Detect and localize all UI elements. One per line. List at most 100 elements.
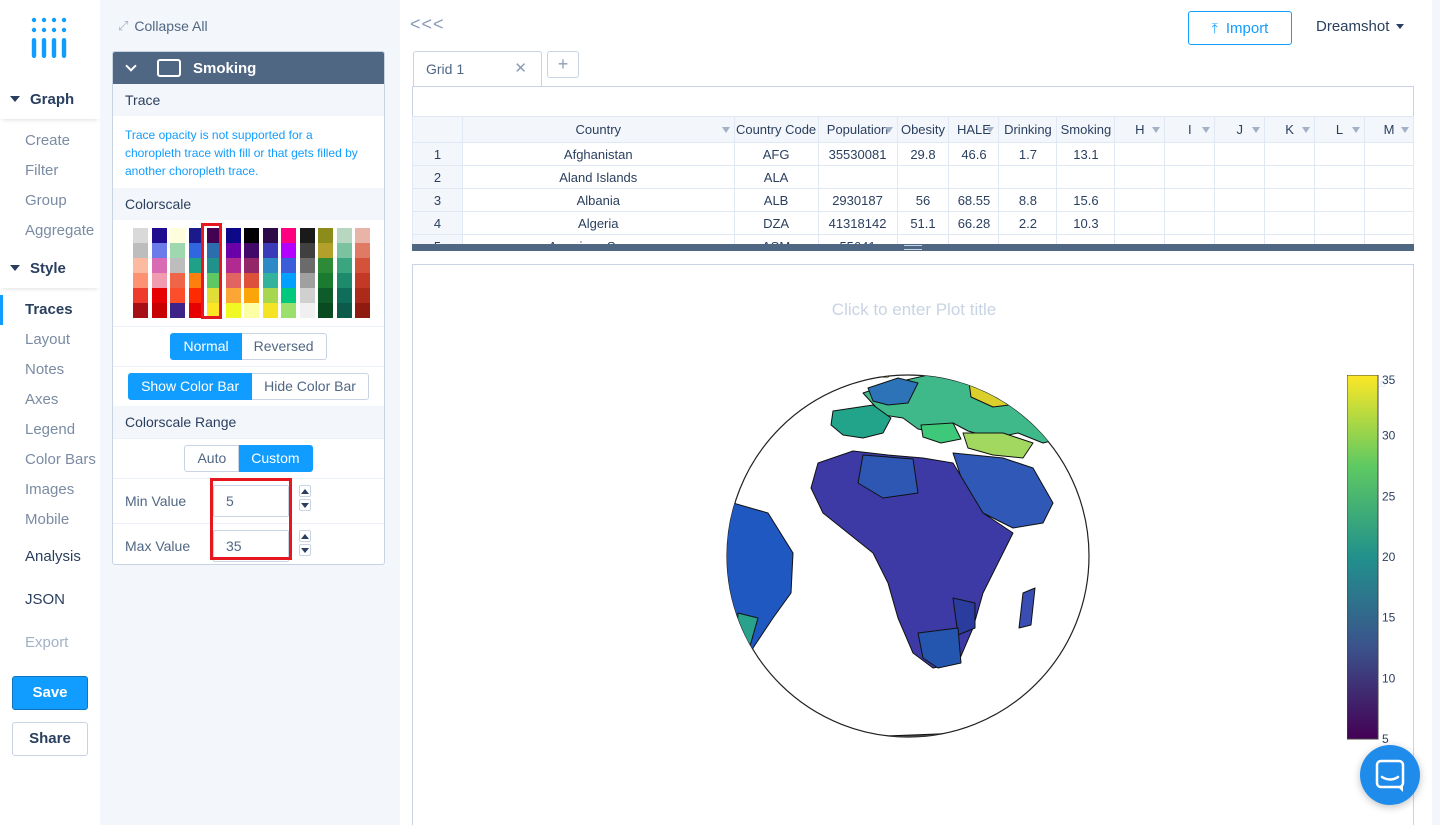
table-cell[interactable]: 68.55 xyxy=(948,188,1000,212)
column-header[interactable]: K xyxy=(1264,116,1316,143)
nav-section-graph[interactable]: Graph xyxy=(0,79,100,119)
caret-down-icon[interactable] xyxy=(1352,127,1360,133)
increment-button[interactable] xyxy=(299,530,311,542)
table-cell[interactable]: 55641 xyxy=(817,234,898,244)
colorscale-option[interactable] xyxy=(133,228,148,318)
table-cell[interactable] xyxy=(1164,165,1216,189)
nav-export[interactable]: Export xyxy=(0,628,100,658)
table-cell[interactable] xyxy=(1214,142,1266,166)
table-cell[interactable] xyxy=(1114,234,1166,244)
table-cell[interactable]: DZA xyxy=(733,211,819,235)
table-cell[interactable]: 1.7 xyxy=(998,142,1058,166)
table-cell[interactable]: 66.28 xyxy=(948,211,1000,235)
decrement-button[interactable] xyxy=(299,499,311,511)
table-cell[interactable]: 41318142 xyxy=(817,211,898,235)
caret-down-icon[interactable] xyxy=(721,127,730,133)
grid-plot-splitter[interactable] xyxy=(412,244,1414,251)
table-cell[interactable] xyxy=(1314,165,1365,189)
normal-button[interactable]: Normal xyxy=(170,333,242,360)
column-header[interactable]: Smoking xyxy=(1056,116,1116,143)
table-cell[interactable]: ASM xyxy=(733,234,819,244)
table-cell[interactable]: ALA xyxy=(733,165,819,189)
column-header[interactable]: I xyxy=(1164,116,1216,143)
table-cell[interactable] xyxy=(896,165,950,189)
table-cell[interactable]: 51.1 xyxy=(896,211,950,235)
table-cell[interactable] xyxy=(1164,188,1216,212)
table-cell[interactable] xyxy=(998,165,1058,189)
table-cell[interactable]: 2930187 xyxy=(817,188,898,212)
increment-button[interactable] xyxy=(299,485,311,497)
nav-item-mobile[interactable]: Mobile xyxy=(0,505,100,535)
show-color-bar-button[interactable]: Show Color Bar xyxy=(128,373,253,400)
chat-button[interactable] xyxy=(1360,745,1420,805)
close-icon[interactable]: ✕ xyxy=(514,52,527,86)
trace-fold-header[interactable]: Smoking xyxy=(113,52,384,84)
table-cell[interactable]: ALB xyxy=(733,188,819,212)
table-cell[interactable] xyxy=(817,165,898,189)
colorscale-option[interactable] xyxy=(299,228,315,318)
table-cell[interactable] xyxy=(1164,142,1216,166)
nav-item-axes[interactable]: Axes xyxy=(0,385,100,415)
table-cell[interactable]: Aland Islands xyxy=(461,165,735,189)
custom-button[interactable]: Custom xyxy=(239,445,313,472)
table-cell[interactable] xyxy=(1114,142,1166,166)
column-header[interactable]: Obesity xyxy=(896,116,950,143)
caret-down-icon[interactable] xyxy=(1252,127,1261,133)
table-cell[interactable] xyxy=(1364,142,1414,166)
colorscale-option[interactable] xyxy=(355,228,370,318)
table-cell[interactable] xyxy=(1264,211,1316,235)
auto-button[interactable]: Auto xyxy=(184,445,240,472)
table-cell[interactable]: 29.8 xyxy=(896,142,950,166)
import-button[interactable]: ⤒ Import xyxy=(1188,11,1292,45)
column-header[interactable]: Drinking xyxy=(998,116,1058,143)
table-cell[interactable]: 10.3 xyxy=(1056,211,1116,235)
table-cell[interactable] xyxy=(1056,165,1116,189)
nav-item-traces[interactable]: Traces xyxy=(0,295,100,325)
plot-title[interactable]: Click to enter Plot title xyxy=(413,300,1415,320)
theme-dropdown[interactable]: Dreamshot xyxy=(1316,18,1405,35)
caret-down-icon[interactable] xyxy=(986,127,995,133)
nav-item-color-bars[interactable]: Color Bars xyxy=(0,445,100,475)
nav-item-aggregate[interactable]: Aggregate xyxy=(0,216,100,246)
table-cell[interactable] xyxy=(1214,188,1266,212)
colorscale-option[interactable] xyxy=(225,228,241,318)
table-cell[interactable] xyxy=(1214,165,1266,189)
caret-down-icon[interactable] xyxy=(1302,127,1311,133)
table-cell[interactable]: 46.6 xyxy=(948,142,1000,166)
nav-item-images[interactable]: Images xyxy=(0,475,100,505)
table-cell[interactable]: AFG xyxy=(733,142,819,166)
table-cell[interactable] xyxy=(896,234,950,244)
table-cell[interactable]: 8.8 xyxy=(998,188,1058,212)
table-cell[interactable] xyxy=(1214,211,1266,235)
caret-down-icon[interactable] xyxy=(1152,127,1161,133)
column-header[interactable]: H xyxy=(1114,116,1166,143)
colorscale-option[interactable] xyxy=(336,228,352,318)
table-cell[interactable] xyxy=(1264,234,1316,244)
collapse-all-button[interactable]: ⤢ Collapse All xyxy=(118,18,208,34)
colorscale-option[interactable] xyxy=(151,228,167,318)
column-header[interactable]: M xyxy=(1364,116,1414,143)
colorscale-option[interactable] xyxy=(262,228,278,318)
table-cell[interactable] xyxy=(1314,188,1365,212)
nav-item-notes[interactable]: Notes xyxy=(0,355,100,385)
nav-section-style[interactable]: Style xyxy=(0,248,100,288)
table-cell[interactable] xyxy=(1364,188,1414,212)
table-cell[interactable]: American Samoa xyxy=(461,234,735,244)
page-scrollbar[interactable] xyxy=(1432,0,1440,825)
table-cell[interactable] xyxy=(1114,211,1166,235)
table-cell[interactable] xyxy=(1264,142,1316,166)
caret-down-icon[interactable] xyxy=(1401,127,1409,133)
table-cell[interactable]: 35530081 xyxy=(817,142,898,166)
nav-item-create[interactable]: Create xyxy=(0,126,100,156)
tab-grid-1[interactable]: Grid 1 ✕ xyxy=(413,51,542,87)
table-cell[interactable] xyxy=(1056,234,1116,244)
table-cell[interactable] xyxy=(1364,165,1414,189)
table-cell[interactable] xyxy=(1264,165,1316,189)
add-grid-button[interactable]: + xyxy=(547,51,579,78)
table-cell[interactable] xyxy=(948,165,1000,189)
column-header[interactable]: J xyxy=(1214,116,1266,143)
colorscale-option[interactable] xyxy=(318,228,333,318)
colorscale-option[interactable] xyxy=(281,228,296,318)
nav-item-group[interactable]: Group xyxy=(0,186,100,216)
reversed-button[interactable]: Reversed xyxy=(241,333,327,360)
